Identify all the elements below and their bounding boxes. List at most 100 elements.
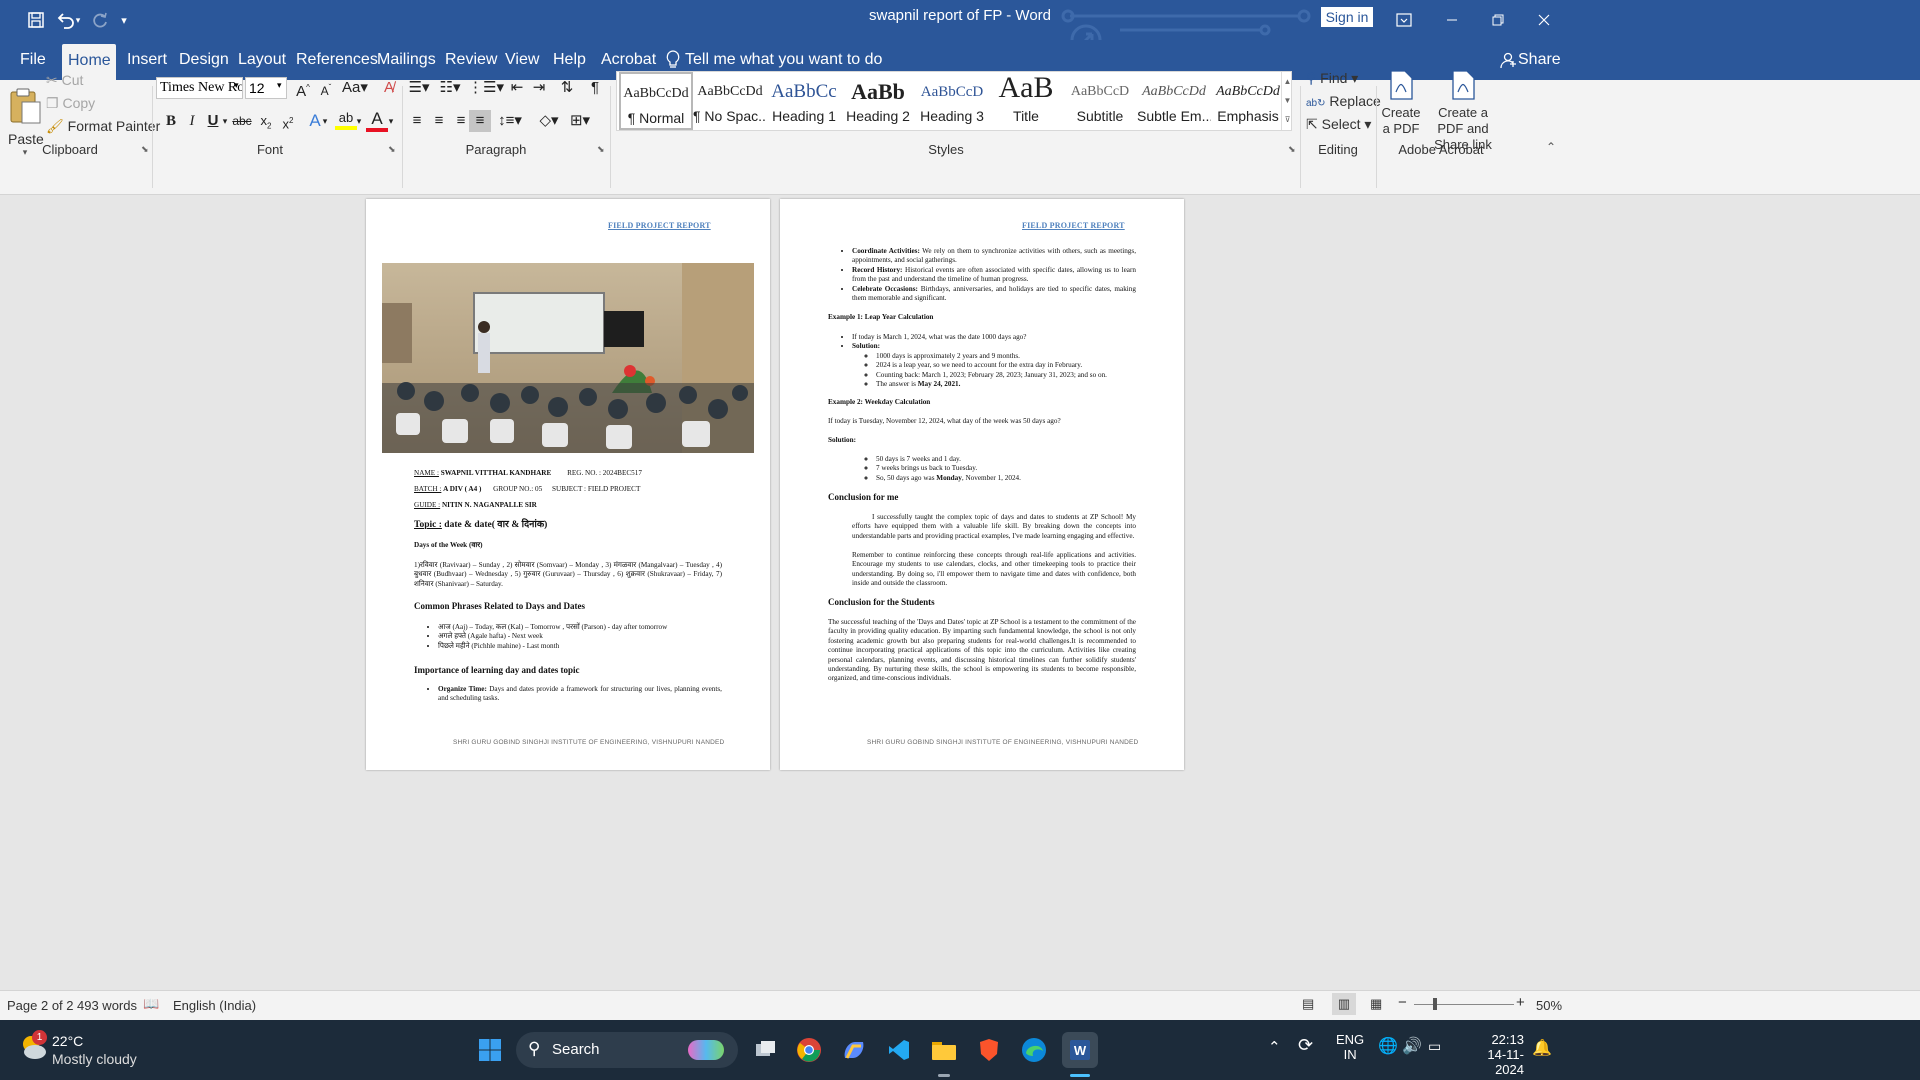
bold-icon[interactable]: B: [160, 110, 182, 132]
decrease-indent-icon[interactable]: ⇤: [506, 77, 528, 99]
read-mode-icon[interactable]: ▤: [1302, 996, 1314, 1012]
zoom-level[interactable]: 50%: [1536, 998, 1562, 1013]
text-effects-dropdown-icon[interactable]: ▾: [320, 110, 330, 132]
style-heading-3[interactable]: AaBbCcD Heading 3: [915, 72, 989, 130]
tab-insert[interactable]: Insert: [121, 40, 173, 80]
underline-dropdown-icon[interactable]: ▾: [220, 110, 230, 132]
restore-icon[interactable]: [1486, 8, 1510, 32]
share-button[interactable]: Share: [1512, 40, 1567, 80]
superscript-icon[interactable]: x2: [277, 110, 299, 132]
strikethrough-icon[interactable]: abc: [231, 110, 253, 132]
network-icon[interactable]: 🌐: [1378, 1036, 1398, 1056]
font-size-dropdown-icon[interactable]: ▾: [277, 80, 282, 91]
zoom-slider-thumb[interactable]: [1433, 998, 1437, 1010]
battery-icon[interactable]: ▭: [1428, 1038, 1441, 1055]
clock[interactable]: 22:13 14-11-2024: [1468, 1032, 1524, 1077]
sign-in-button[interactable]: Sign in: [1321, 7, 1373, 27]
clear-formatting-icon[interactable]: A̸: [378, 77, 400, 99]
collapse-ribbon-icon[interactable]: ⌃: [1546, 140, 1556, 154]
tab-view[interactable]: View: [499, 40, 545, 80]
minimize-icon[interactable]: [1440, 8, 1464, 32]
redo-icon[interactable]: [88, 8, 112, 32]
align-left-icon[interactable]: ≡: [406, 110, 428, 132]
weather-desc[interactable]: Mostly cloudy: [52, 1051, 137, 1067]
word-taskbar-icon[interactable]: W: [1062, 1032, 1098, 1068]
tab-help[interactable]: Help: [547, 40, 592, 80]
justify-icon[interactable]: ≡: [469, 110, 491, 132]
tab-design[interactable]: Design: [173, 40, 235, 80]
font-name-box[interactable]: Times New Ro: [156, 77, 243, 99]
file-explorer-icon[interactable]: [928, 1034, 960, 1066]
zoom-in-icon[interactable]: +: [1516, 994, 1525, 1011]
increase-indent-icon[interactable]: ⇥: [528, 77, 550, 99]
customize-qat-icon[interactable]: ▾: [112, 8, 136, 32]
taskbar-search-box[interactable]: ⚲ Search: [516, 1032, 738, 1068]
style-normal[interactable]: AaBbCcDd ¶ Normal: [619, 72, 693, 130]
style-no-spacing[interactable]: AaBbCcDd ¶ No Spac...: [693, 72, 767, 130]
paragraph-launcher-icon[interactable]: ⬊: [597, 144, 605, 155]
show-formatting-marks-icon[interactable]: ¶: [584, 77, 606, 99]
font-name-dropdown-icon[interactable]: ▾: [234, 80, 239, 91]
tab-review[interactable]: Review: [439, 40, 503, 80]
grow-font-icon[interactable]: A^: [292, 77, 314, 100]
weather-temp[interactable]: 22°C: [52, 1033, 83, 1049]
replace-button[interactable]: ab↻ Replace: [1306, 93, 1381, 109]
create-share-pdf-button[interactable]: Create a PDF and Share link: [1424, 70, 1502, 153]
page-count[interactable]: Page 2 of 2: [7, 998, 74, 1013]
paste-button[interactable]: Paste ▾: [8, 86, 44, 157]
bullets-icon[interactable]: ☰▾: [406, 77, 432, 99]
style-heading-2[interactable]: AaBb Heading 2: [841, 72, 915, 130]
font-color-dropdown-icon[interactable]: ▾: [386, 110, 396, 132]
find-button[interactable]: ⚲ Find ▾: [1306, 70, 1358, 87]
sync-icon[interactable]: ⟳: [1298, 1035, 1313, 1056]
language-status[interactable]: English (India): [173, 998, 256, 1013]
select-button[interactable]: ⇱ Select ▾: [1306, 116, 1371, 133]
language-indicator[interactable]: ENG IN: [1336, 1032, 1364, 1062]
change-case-icon[interactable]: Aa▾: [340, 77, 370, 99]
style-heading-1[interactable]: AaBbCc Heading 1: [767, 72, 841, 130]
notification-bell-icon[interactable]: 🔔: [1532, 1038, 1552, 1058]
align-center-icon[interactable]: ≡: [428, 110, 450, 132]
line-spacing-icon[interactable]: ↕≡▾: [497, 110, 523, 132]
page-2[interactable]: FIELD PROJECT REPORT Coordinate Activiti…: [780, 199, 1184, 770]
italic-icon[interactable]: I: [181, 110, 203, 132]
show-hidden-icons[interactable]: ⌃: [1268, 1038, 1281, 1056]
font-launcher-icon[interactable]: ⬊: [388, 144, 396, 155]
style-title[interactable]: AaB Title: [989, 72, 1063, 130]
chrome-icon[interactable]: [793, 1034, 825, 1066]
subscript-icon[interactable]: x2: [255, 110, 277, 132]
sort-icon[interactable]: ⇅: [556, 77, 578, 99]
shrink-font-icon[interactable]: Aˇ: [315, 77, 337, 99]
font-color-icon[interactable]: A: [366, 110, 388, 132]
styles-scroll-icon[interactable]: ▲ ▼ ⊽: [1281, 72, 1293, 130]
tab-layout[interactable]: Layout: [232, 40, 292, 80]
vscode-icon[interactable]: [883, 1034, 915, 1066]
style-emphasis[interactable]: AaBbCcDd Emphasis: [1211, 72, 1285, 130]
web-layout-icon[interactable]: ▦: [1370, 996, 1382, 1012]
windows-start-icon[interactable]: [474, 1034, 506, 1066]
proofing-icon[interactable]: 📖: [143, 996, 159, 1012]
cut-button[interactable]: ✂ Cut: [46, 72, 83, 92]
tab-references[interactable]: References: [290, 40, 384, 80]
multilevel-list-icon[interactable]: ⋮☰▾: [468, 77, 504, 99]
tab-mailings[interactable]: Mailings: [371, 40, 442, 80]
zoom-slider[interactable]: [1414, 1004, 1514, 1005]
edge-icon[interactable]: [1018, 1034, 1050, 1066]
highlight-dropdown-icon[interactable]: ▾: [354, 110, 364, 132]
ribbon-display-options-icon[interactable]: [1392, 8, 1416, 32]
format-painter-button[interactable]: 🖌 Format Painter: [46, 118, 160, 135]
document-area[interactable]: FIELD PROJECT REPORT NAME : SWAPNIL VITT…: [0, 195, 1920, 990]
shading-icon[interactable]: ◇▾: [536, 110, 562, 132]
close-icon[interactable]: [1532, 8, 1556, 32]
volume-icon[interactable]: 🔊: [1402, 1036, 1422, 1056]
clipboard-launcher-icon[interactable]: ⬊: [141, 144, 149, 155]
styles-launcher-icon[interactable]: ⬊: [1288, 144, 1296, 155]
page-1[interactable]: FIELD PROJECT REPORT NAME : SWAPNIL VITT…: [366, 199, 770, 770]
print-layout-icon[interactable]: ▥: [1332, 993, 1356, 1015]
style-subtle-emphasis[interactable]: AaBbCcDd Subtle Em...: [1137, 72, 1211, 130]
zoom-out-icon[interactable]: −: [1398, 994, 1407, 1011]
task-view-icon[interactable]: [750, 1034, 782, 1066]
copy-button[interactable]: ❐ Copy: [46, 95, 95, 112]
create-pdf-button[interactable]: Create a PDF: [1380, 70, 1422, 137]
save-icon[interactable]: [24, 8, 48, 32]
